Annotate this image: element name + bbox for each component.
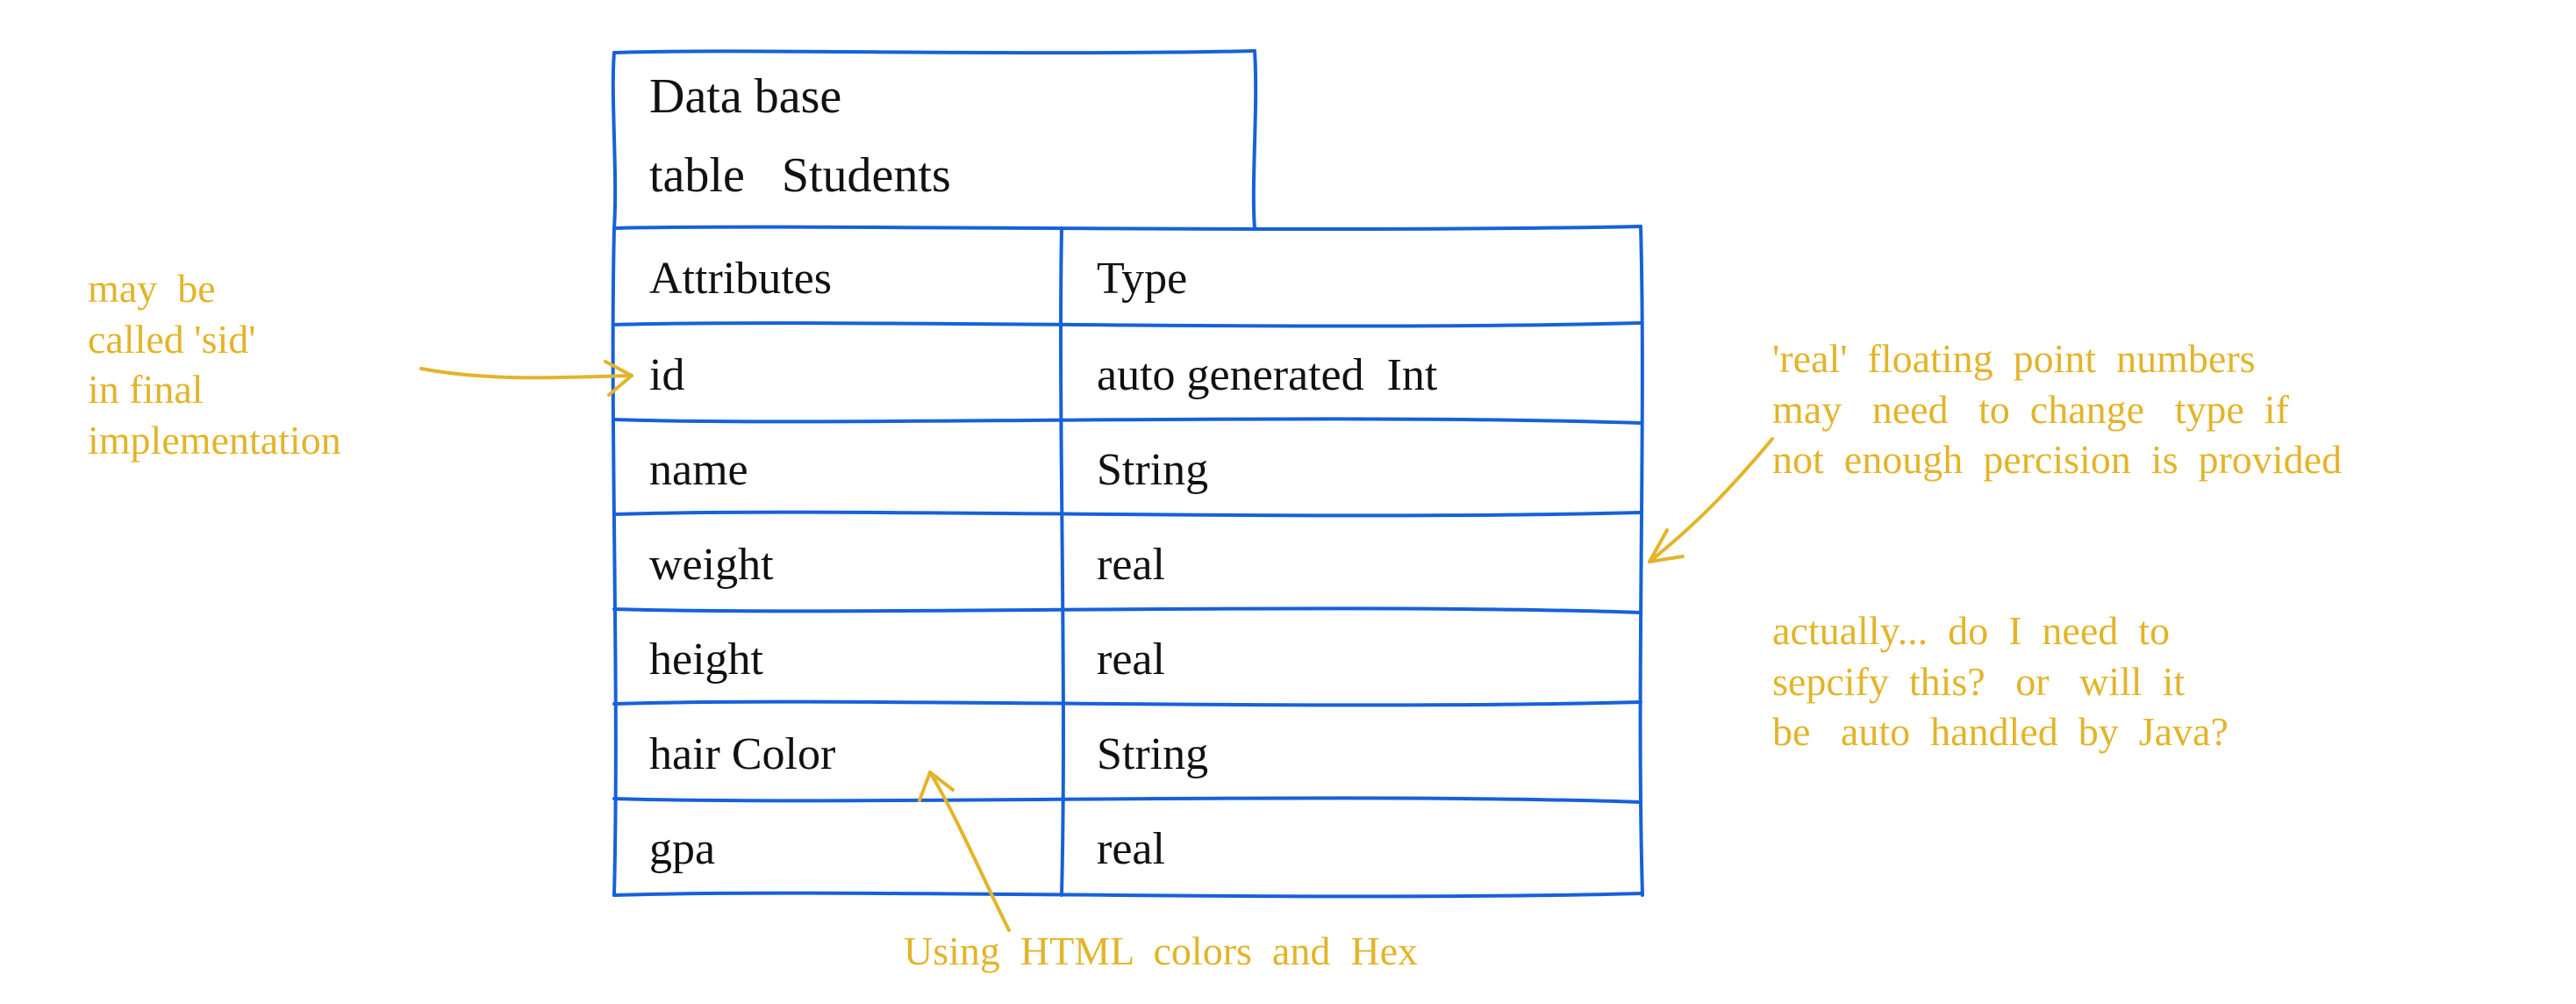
row-weight-attr: weight — [649, 536, 774, 593]
row-gpa-type: real — [1097, 821, 1165, 878]
note-java-question: actually... do I need to sepcify this? o… — [1772, 606, 2229, 757]
header-type: Type — [1097, 250, 1187, 307]
row-height-attr: height — [649, 631, 763, 688]
row-name-type: String — [1097, 441, 1208, 498]
sketch-canvas: Data base table Students Attributes Type… — [0, 0, 2576, 1004]
header-attributes: Attributes — [649, 250, 832, 307]
row-id-type: auto generated Int — [1097, 347, 1437, 404]
row-height-type: real — [1097, 631, 1165, 688]
row-gpa-attr: gpa — [649, 821, 715, 878]
note-sid: may be called 'sid' in final implementat… — [88, 263, 341, 465]
row-haircolor-type: String — [1097, 726, 1208, 783]
row-weight-type: real — [1097, 536, 1165, 593]
table-title-line1: Data base — [649, 66, 841, 127]
row-id-attr: id — [649, 347, 684, 404]
note-real-precision: 'real' floating point numbers may need t… — [1772, 333, 2342, 485]
table-lines — [0, 0, 2576, 1004]
row-name-attr: name — [649, 441, 748, 498]
row-haircolor-attr: hair Color — [649, 726, 835, 783]
note-html-colors: Using HTML colors and Hex — [904, 926, 1418, 977]
table-title-line2: table Students — [649, 145, 951, 206]
